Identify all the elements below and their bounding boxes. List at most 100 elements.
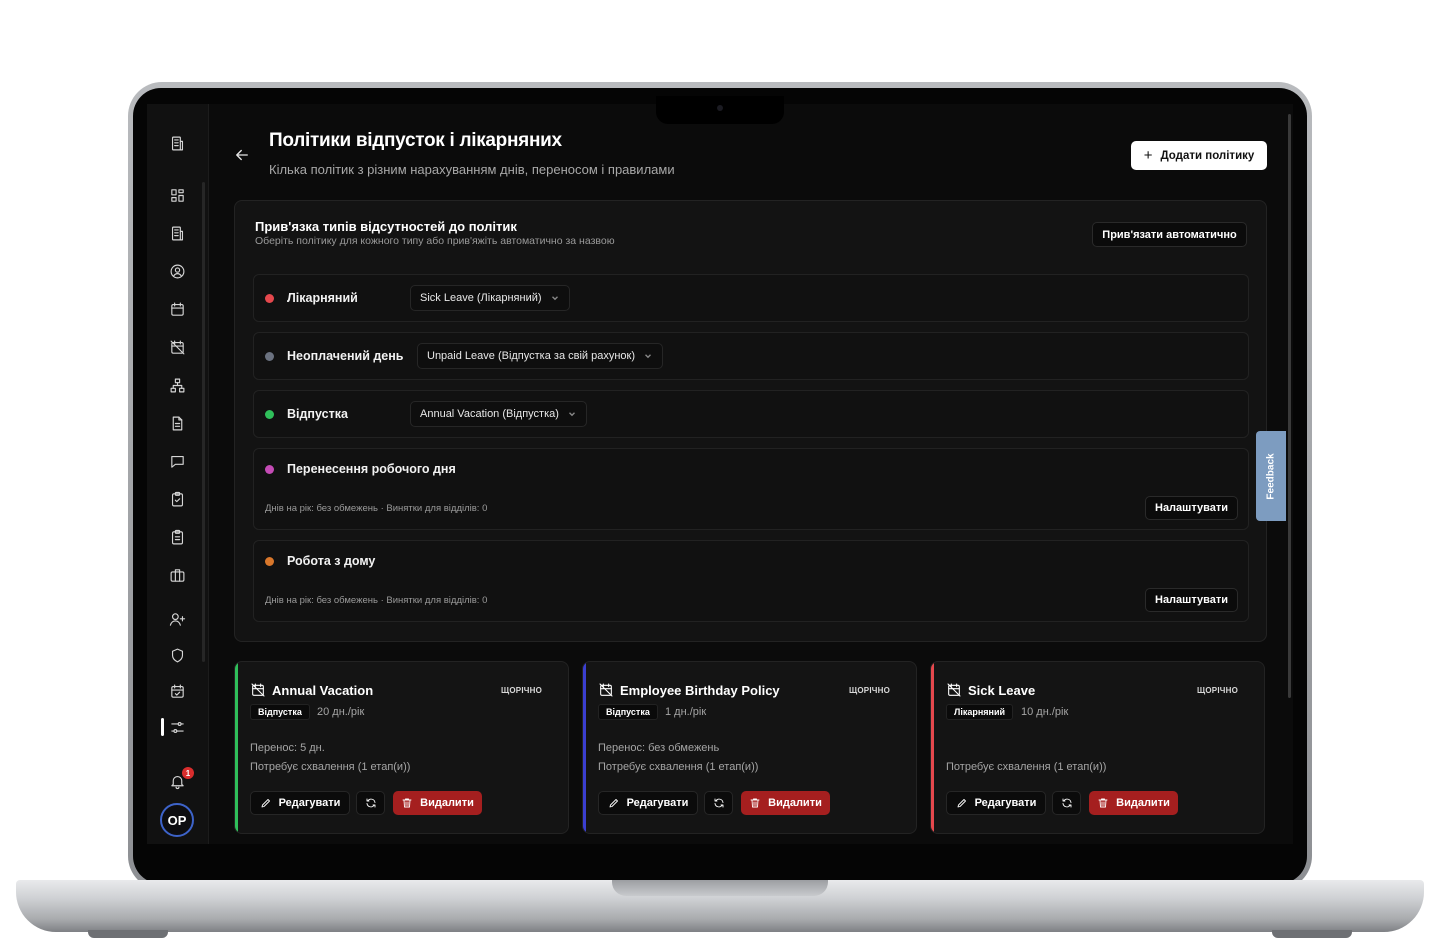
- status-dot: [265, 352, 274, 361]
- edit-label: Редагувати: [974, 797, 1037, 809]
- profile-icon[interactable]: [166, 260, 188, 282]
- edit-button[interactable]: Редагувати: [250, 791, 350, 815]
- configure-button[interactable]: Налаштувати: [1145, 496, 1238, 520]
- pencil-icon: [609, 799, 618, 808]
- calendar-off-icon: [946, 682, 962, 698]
- chat-icon[interactable]: [166, 450, 188, 472]
- feedback-tab[interactable]: Feedback: [1256, 431, 1286, 521]
- binding-row-remote: Робота з дому Днів на рік: без обмежень …: [253, 540, 1249, 622]
- clipboard-check-icon[interactable]: [166, 488, 188, 510]
- chevron-down-icon: [551, 296, 558, 301]
- card-line: Перенос: 5 дн.: [250, 742, 325, 754]
- policy-card: Sick Leave ЩОРІЧНО Лікарняний 10 дн./рік…: [930, 661, 1265, 834]
- calendar-off-icon[interactable]: [166, 336, 188, 358]
- card-days: 10 дн./рік: [1021, 706, 1069, 718]
- card-period: ЩОРІЧНО: [849, 686, 890, 695]
- sync-button[interactable]: [1052, 791, 1081, 815]
- delete-label: Видалити: [420, 797, 474, 809]
- dashboard-icon[interactable]: [166, 184, 188, 206]
- card-line: Потребує схвалення (1 етап(и)): [946, 761, 1107, 773]
- trash-icon: [750, 798, 760, 808]
- settings-sliders-icon[interactable]: [166, 716, 188, 738]
- sidebar-scrollbar[interactable]: [202, 182, 205, 662]
- refresh-icon: [1062, 798, 1071, 808]
- sync-button[interactable]: [356, 791, 385, 815]
- row-label: Відпустка: [287, 407, 348, 421]
- company-icon[interactable]: [166, 222, 188, 244]
- card-title: Sick Leave: [968, 683, 1036, 698]
- row-label: Перенесення робочого дня: [287, 462, 456, 476]
- shield-icon[interactable]: [166, 644, 188, 666]
- binding-row-sick: Лікарняний Sick Leave (Лікарняний): [253, 274, 1249, 322]
- pencil-icon: [261, 799, 270, 808]
- building-icon[interactable]: [166, 132, 188, 154]
- document-icon[interactable]: [166, 412, 188, 434]
- policy-select[interactable]: Annual Vacation (Відпустка): [410, 401, 587, 427]
- card-title: Annual Vacation: [272, 683, 374, 698]
- main-scrollbar[interactable]: [1288, 114, 1291, 698]
- delete-button[interactable]: Видалити: [741, 791, 830, 815]
- laptop-base-notch: [612, 880, 828, 896]
- briefcase-icon[interactable]: [166, 564, 188, 586]
- edit-label: Редагувати: [626, 797, 689, 809]
- user-avatar[interactable]: OP: [160, 803, 194, 837]
- row-meta: Днів на рік: без обмежень · Винятки для …: [265, 595, 488, 606]
- trash-icon: [402, 798, 412, 808]
- card-days: 1 дн./рік: [665, 706, 707, 718]
- policy-card: Annual Vacation ЩОРІЧНО Відпустка 20 дн.…: [234, 661, 569, 834]
- row-label: Робота з дому: [287, 554, 376, 568]
- calendar-check-icon[interactable]: [166, 680, 188, 702]
- card-tag: Відпустка: [598, 704, 658, 720]
- delete-button[interactable]: Видалити: [393, 791, 482, 815]
- row-label: Неоплачений день: [287, 349, 404, 363]
- chevron-down-icon: [568, 412, 575, 417]
- policy-card: Employee Birthday Policy ЩОРІЧНО Відпуст…: [582, 661, 917, 834]
- calendar-off-icon: [250, 682, 266, 698]
- calendar-off-icon: [598, 682, 614, 698]
- binding-subtitle: Оберіть політику для кожного типу або пр…: [255, 235, 615, 247]
- card-tag: Відпустка: [250, 704, 310, 720]
- calendar-icon[interactable]: [166, 298, 188, 320]
- select-value: Sick Leave (Лікарняний): [420, 292, 542, 304]
- back-arrow-icon[interactable]: [233, 146, 251, 164]
- select-value: Unpaid Leave (Відпустка за свій рахунок): [427, 350, 636, 362]
- binding-row-unpaid: Неоплачений день Unpaid Leave (Відпустка…: [253, 332, 1249, 380]
- card-line: Потребує схвалення (1 етап(и)): [598, 761, 759, 773]
- add-policy-button[interactable]: + Додати політику: [1131, 141, 1267, 170]
- page-title: Політики відпусток і лікарняних: [269, 130, 562, 151]
- binding-title: Прив'язка типів відсутностей до політик: [255, 219, 517, 234]
- auto-bind-button[interactable]: Прив'язати автоматично: [1092, 222, 1247, 247]
- edit-label: Редагувати: [278, 797, 341, 809]
- status-dot: [265, 410, 274, 419]
- card-period: ЩОРІЧНО: [501, 686, 542, 695]
- card-tag: Лікарняний: [946, 704, 1014, 720]
- clipboard-list-icon[interactable]: [166, 526, 188, 548]
- status-dot: [265, 465, 274, 474]
- trash-icon: [1098, 798, 1108, 808]
- policy-select[interactable]: Sick Leave (Лікарняний): [410, 285, 570, 311]
- notification-badge: 1: [182, 767, 194, 779]
- camera-icon: [717, 105, 723, 111]
- sidebar: 1 OP: [147, 104, 209, 844]
- edit-button[interactable]: Редагувати: [946, 791, 1046, 815]
- sync-button[interactable]: [704, 791, 733, 815]
- org-chart-icon[interactable]: [166, 374, 188, 396]
- feedback-label: Feedback: [1265, 452, 1277, 500]
- delete-button[interactable]: Видалити: [1089, 791, 1178, 815]
- pencil-icon: [957, 799, 966, 808]
- card-title: Employee Birthday Policy: [620, 683, 780, 698]
- user-plus-icon[interactable]: [166, 608, 188, 630]
- card-period: ЩОРІЧНО: [1197, 686, 1238, 695]
- card-line: Потребує схвалення (1 етап(и)): [250, 761, 411, 773]
- policy-select[interactable]: Unpaid Leave (Відпустка за свій рахунок): [417, 343, 664, 369]
- card-accent: [931, 662, 934, 833]
- refresh-icon: [714, 798, 723, 808]
- app-screen: 1 OP Політики відпусток і лікарняних Кіл…: [147, 104, 1293, 844]
- edit-button[interactable]: Редагувати: [598, 791, 698, 815]
- configure-button[interactable]: Налаштувати: [1145, 588, 1238, 612]
- refresh-icon: [366, 798, 375, 808]
- add-policy-label: Додати політику: [1160, 149, 1255, 162]
- binding-row-shift: Перенесення робочого дня Днів на рік: бе…: [253, 448, 1249, 530]
- plus-icon: +: [1143, 147, 1153, 164]
- chevron-down-icon: [645, 354, 651, 359]
